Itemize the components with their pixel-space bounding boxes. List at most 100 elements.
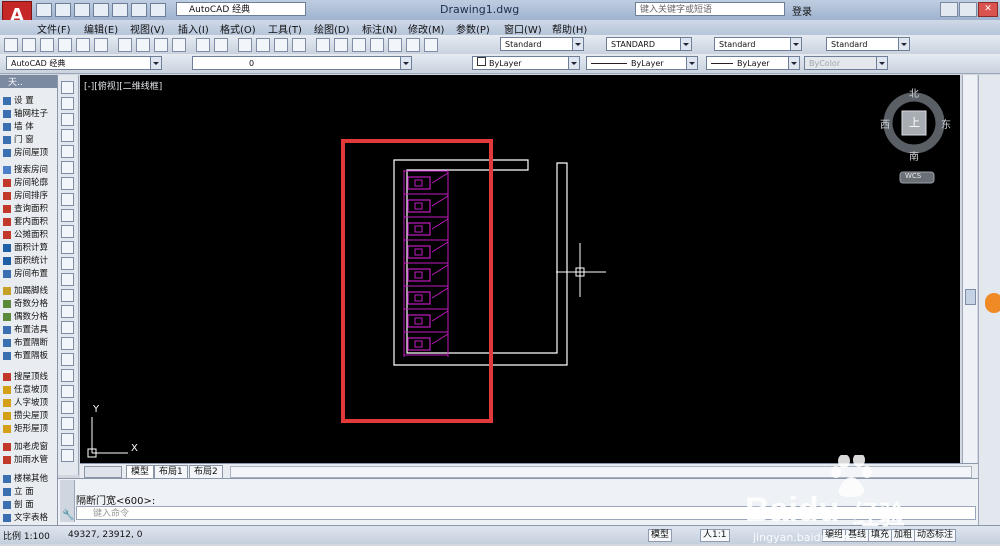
menu-item-9[interactable]: 修改(M) bbox=[408, 21, 444, 36]
undo-icon[interactable] bbox=[196, 38, 210, 52]
new-icon[interactable] bbox=[4, 38, 18, 52]
vertical-scrollbar[interactable] bbox=[962, 75, 977, 463]
palette-item[interactable]: 面积统计 bbox=[3, 255, 55, 267]
dim-style-select[interactable]: STANDARD bbox=[606, 37, 692, 51]
palette-item[interactable]: 奇数分格 bbox=[3, 298, 55, 310]
login-link[interactable]: 登录 bbox=[792, 3, 812, 18]
publish-icon[interactable] bbox=[94, 38, 108, 52]
linetype-select[interactable]: ByLayer bbox=[586, 56, 698, 70]
menu-item-8[interactable]: 标注(N) bbox=[362, 21, 397, 36]
palette-item[interactable]: 加雨水管 bbox=[3, 454, 55, 466]
preview-icon[interactable] bbox=[76, 38, 90, 52]
text-style-select[interactable]: Standard bbox=[500, 37, 584, 51]
zoom-window-icon[interactable] bbox=[274, 38, 288, 52]
zoom-previous-icon[interactable] bbox=[292, 38, 306, 52]
draw-tool-icon[interactable] bbox=[61, 433, 74, 446]
draw-tool-icon[interactable] bbox=[61, 241, 74, 254]
palette-item[interactable]: 房间屋顶 bbox=[3, 147, 55, 159]
lineweight-select[interactable]: ByLayer bbox=[706, 56, 800, 70]
palette-item[interactable]: 加踢脚线 bbox=[3, 285, 55, 297]
minimize-button[interactable] bbox=[940, 2, 958, 17]
palette-item[interactable]: 套内面积 bbox=[3, 216, 55, 228]
drafting-toggles[interactable] bbox=[172, 529, 402, 541]
menu-item-10[interactable]: 参数(P) bbox=[456, 21, 490, 36]
palette-item[interactable]: 公摊面积 bbox=[3, 229, 55, 241]
save-icon[interactable] bbox=[40, 38, 54, 52]
calc-icon[interactable] bbox=[406, 38, 420, 52]
zoom-realtime-icon[interactable] bbox=[256, 38, 270, 52]
palette-item[interactable]: 偶数分格 bbox=[3, 311, 55, 323]
draw-tool-icon[interactable] bbox=[61, 417, 74, 430]
match-icon[interactable] bbox=[172, 38, 186, 52]
palette-item[interactable]: 加老虎窗 bbox=[3, 441, 55, 453]
palette-item[interactable]: 房间排序 bbox=[3, 190, 55, 202]
palette-item[interactable]: 剖 面 bbox=[3, 499, 55, 511]
draw-tool-icon[interactable] bbox=[61, 81, 74, 94]
draw-tool-icon[interactable] bbox=[61, 369, 74, 382]
menu-item-7[interactable]: 绘图(D) bbox=[314, 21, 350, 36]
tab-nav-arrows[interactable] bbox=[84, 466, 122, 478]
palette-item[interactable]: 矩形屋顶 bbox=[3, 423, 55, 435]
color-select[interactable]: ByLayer bbox=[472, 56, 580, 70]
tool-palettes-icon[interactable] bbox=[352, 38, 366, 52]
new-file-icon[interactable] bbox=[36, 3, 52, 17]
palette-item[interactable]: 轴网柱子 bbox=[3, 108, 55, 120]
cut-icon[interactable] bbox=[118, 38, 132, 52]
draw-tool-icon[interactable] bbox=[61, 257, 74, 270]
palette-item[interactable]: 设 置 bbox=[3, 95, 55, 107]
drawing-canvas[interactable] bbox=[80, 75, 960, 463]
tab-model[interactable]: 模型 bbox=[126, 465, 155, 479]
draw-tool-icon[interactable] bbox=[61, 209, 74, 222]
float-helper-button[interactable] bbox=[985, 293, 1000, 313]
menu-item-11[interactable]: 窗口(W) bbox=[504, 21, 542, 36]
draw-tool-icon[interactable] bbox=[61, 321, 74, 334]
palette-item[interactable]: 布置洁具 bbox=[3, 324, 55, 336]
palette-item[interactable]: 搜屋顶线 bbox=[3, 371, 55, 383]
redo-icon[interactable] bbox=[150, 3, 166, 17]
search-input[interactable]: 键入关键字或短语 bbox=[635, 2, 785, 16]
draw-tool-icon[interactable] bbox=[61, 305, 74, 318]
layer-select[interactable]: 0 bbox=[192, 56, 412, 70]
palette-item[interactable]: 墙 体 bbox=[3, 121, 55, 133]
undo-icon[interactable] bbox=[131, 3, 147, 17]
draw-tool-icon[interactable] bbox=[61, 177, 74, 190]
save-as-icon[interactable] bbox=[93, 3, 109, 17]
plotstyle-select[interactable]: ByColor bbox=[804, 56, 888, 70]
viewcube-top-face[interactable]: 上 bbox=[909, 114, 920, 130]
viewport-controls-label[interactable]: [-][俯视][二维线框] bbox=[84, 79, 162, 92]
menu-item-4[interactable]: 插入(I) bbox=[178, 21, 209, 36]
maximize-button[interactable] bbox=[959, 2, 977, 17]
sheetset-icon[interactable] bbox=[370, 38, 384, 52]
draw-tool-icon[interactable] bbox=[61, 113, 74, 126]
viewcube[interactable] bbox=[883, 92, 945, 184]
draw-tool-icon[interactable] bbox=[61, 401, 74, 414]
palette-item[interactable]: 人字坡顶 bbox=[3, 397, 55, 409]
palette-item[interactable]: 文字表格 bbox=[3, 512, 55, 524]
menu-item-2[interactable]: 编辑(E) bbox=[84, 21, 118, 36]
palette-item[interactable]: 布置隔板 bbox=[3, 350, 55, 362]
draw-tool-icon[interactable] bbox=[61, 289, 74, 302]
wrench-icon[interactable]: 🔧 bbox=[62, 510, 74, 521]
annotation-scale-button[interactable]: 人1:1 bbox=[700, 529, 730, 542]
draw-tool-icon[interactable] bbox=[61, 145, 74, 158]
workspace-dropdown[interactable]: AutoCAD 经典 bbox=[176, 2, 306, 16]
plot-icon[interactable] bbox=[112, 3, 128, 17]
draw-tool-icon[interactable] bbox=[61, 337, 74, 350]
palette-item[interactable]: 楼梯其他 bbox=[3, 473, 55, 485]
copy-icon[interactable] bbox=[136, 38, 150, 52]
menu-item-1[interactable]: 文件(F) bbox=[37, 21, 71, 36]
draw-tool-icon[interactable] bbox=[61, 273, 74, 286]
open-icon[interactable] bbox=[22, 38, 36, 52]
menu-item-5[interactable]: 格式(O) bbox=[220, 21, 256, 36]
close-button[interactable]: ✕ bbox=[978, 2, 998, 17]
palette-item[interactable]: 立 面 bbox=[3, 486, 55, 498]
tab-layout1[interactable]: 布局1 bbox=[154, 465, 188, 479]
scale-readout[interactable]: 比例 1:100 bbox=[3, 529, 50, 542]
palette-item[interactable]: 房间布置 bbox=[3, 268, 55, 280]
help-icon[interactable] bbox=[424, 38, 438, 52]
save-icon[interactable] bbox=[74, 3, 90, 17]
palette-item[interactable]: 面积计算 bbox=[3, 242, 55, 254]
designcenter-icon[interactable] bbox=[334, 38, 348, 52]
print-icon[interactable] bbox=[58, 38, 72, 52]
draw-tool-icon[interactable] bbox=[61, 385, 74, 398]
